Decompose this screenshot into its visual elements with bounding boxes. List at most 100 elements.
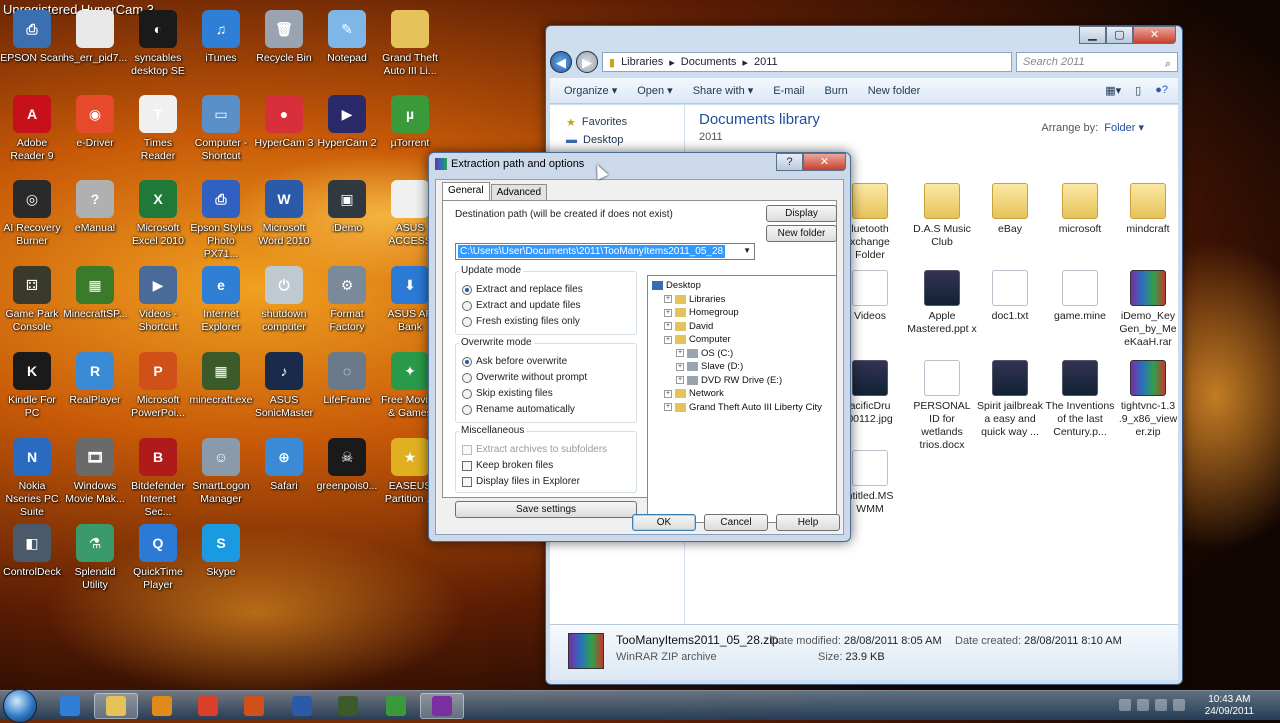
tree-item[interactable]: Desktop [652,279,836,293]
radio-ask-before[interactable]: Ask before overwrite [462,356,567,367]
breadcrumb-item[interactable]: 2011 [754,56,778,68]
radio-extract-replace[interactable]: Extract and replace files [462,284,583,295]
maximize-button[interactable]: ▢ [1106,26,1133,44]
minimize-button[interactable]: ▁ [1079,26,1106,44]
desktop-shortcut[interactable]: ⎙ Epson Stylus Photo PX71... [189,180,253,261]
clock[interactable]: 10:43 AM 24/09/2011 [1205,694,1254,718]
dialog-help-button[interactable]: ? [776,153,803,171]
radio-extract-update[interactable]: Extract and update files [462,300,581,311]
desktop-shortcut[interactable]: Grand Theft Auto III Li... [378,10,442,78]
arrange-by-dropdown[interactable]: Folder ▾ [1104,122,1144,134]
desktop-shortcut[interactable]: X Microsoft Excel 2010 [126,180,190,248]
cancel-button[interactable]: Cancel [704,514,768,531]
desktop-shortcut[interactable]: ✎ Notepad [315,10,379,65]
desktop-shortcut[interactable]: ● HyperCam 3 [252,95,316,150]
desktop-shortcut[interactable]: ♫ iTunes [189,10,253,65]
desktop-shortcut[interactable]: 🎞 Windows Movie Mak... [63,438,127,506]
preview-pane-icon[interactable]: ▯ [1135,84,1141,97]
radio[interactable] [462,372,472,383]
desktop-shortcut[interactable]: ⚃ Game Park Console [0,266,64,334]
nav-item-favorites[interactable]: ★ Favorites [566,113,684,131]
desktop-shortcut[interactable]: ◎ AI Recovery Burner [0,180,64,248]
expand-icon[interactable]: + [664,295,672,304]
tree-item[interactable]: + Network [652,387,836,401]
file-item[interactable]: game.mine [1045,270,1115,323]
expand-icon[interactable]: + [664,335,672,344]
close-button[interactable]: ✕ [1133,26,1176,44]
taskbar-app-word[interactable] [280,693,324,719]
taskbar-app-chrome[interactable] [186,693,230,719]
desktop-shortcut[interactable]: B Bitdefender Internet Sec... [126,438,190,519]
file-item[interactable]: D.A.S Music Club [907,183,977,249]
tree-item[interactable]: + DVD RW Drive (E:) [652,374,836,388]
radio-selected[interactable] [462,284,472,295]
expand-icon[interactable]: + [664,403,672,412]
taskbar-app-internet-explorer[interactable] [48,693,92,719]
desktop-shortcut[interactable]: ◉ e-Driver [63,95,127,150]
tab-general[interactable]: General [442,182,490,200]
tree-item[interactable]: + Grand Theft Auto III Liberty City [652,401,836,415]
desktop-shortcut[interactable]: ▦ MinecraftSP... [63,266,128,321]
tray-icon[interactable] [1119,699,1131,711]
file-item[interactable]: eBay [975,183,1045,236]
desktop-shortcut[interactable]: hs_err_pid7... [63,10,127,65]
tree-item[interactable]: + David [652,320,836,334]
radio-selected[interactable] [462,356,472,367]
desktop-shortcut[interactable]: ⏻ shutdown computer [252,266,316,334]
file-item[interactable]: tightvnc-1.3 .9_x86_view er.zip [1113,360,1183,439]
file-item[interactable]: mindcraft [1113,183,1183,236]
file-item[interactable]: doc1.txt [975,270,1045,323]
checkbox[interactable] [462,476,472,487]
expand-icon[interactable]: + [676,362,684,371]
share-with-button[interactable]: Share with ▾ [693,84,754,97]
open-button[interactable]: Open ▾ [637,84,673,97]
back-button[interactable]: ◀ [550,51,572,73]
tray-icon[interactable] [1173,699,1185,711]
radio-rename-auto[interactable]: Rename automatically [462,404,575,415]
desktop-shortcut[interactable]: ? eManual [63,180,127,235]
radio-skip-existing[interactable]: Skip existing files [462,388,553,399]
file-item[interactable]: microsoft [1045,183,1115,236]
radio[interactable] [462,316,472,327]
display-button[interactable]: Display [766,205,837,222]
radio[interactable] [462,300,472,311]
tree-item[interactable]: + Libraries [652,293,836,307]
desktop-shortcut[interactable]: ⚗ Splendid Utility [63,524,127,592]
desktop-shortcut[interactable]: ⊕ Safari [252,438,316,493]
taskbar-app-powerpoint[interactable] [232,693,276,719]
desktop-shortcut[interactable]: A Adobe Reader 9 [0,95,64,163]
tray-icon[interactable] [1155,699,1167,711]
tree-item[interactable]: + Slave (D:) [652,360,836,374]
search-input[interactable]: Search 2011 ⌕ [1016,52,1178,72]
address-bar[interactable]: ▮ Libraries ▸ Documents ▸ 2011 [602,52,1012,72]
desktop-shortcut[interactable]: ⚙ Format Factory [315,266,379,334]
taskbar-app-minecraft[interactable] [326,693,370,719]
file-item[interactable]: iDemo_Key Gen_by_Me eKaaH.rar [1113,270,1183,349]
desktop-shortcut[interactable]: T Times Reader [126,95,190,163]
dialog-close-button[interactable]: ✕ [803,153,846,171]
checkbox[interactable] [462,460,472,471]
desktop-shortcut[interactable]: R RealPlayer [63,352,127,407]
expand-icon[interactable]: + [676,376,684,385]
tree-item[interactable]: + OS (C:) [652,347,836,361]
file-item[interactable]: PERSONAL ID for wetlands trios.docx [907,360,977,452]
tree-item[interactable]: + Computer [652,333,836,347]
desktop-shortcut[interactable]: W Microsoft Word 2010 [252,180,316,248]
burn-button[interactable]: Burn [824,85,847,97]
desktop-shortcut[interactable]: ▭ Computer - Shortcut [189,95,253,163]
desktop-shortcut[interactable]: ⎙ EPSON Scan [0,10,64,65]
desktop-shortcut[interactable]: µ µTorrent [378,95,442,150]
radio-overwrite-without[interactable]: Overwrite without prompt [462,372,587,383]
desktop-shortcut[interactable]: e Internet Explorer [189,266,253,334]
taskbar-app-winrar[interactable] [420,693,464,719]
breadcrumb-item[interactable]: Documents [681,56,737,68]
tray-icon[interactable] [1137,699,1149,711]
radio-fresh-existing[interactable]: Fresh existing files only [462,316,580,327]
desktop-shortcut[interactable]: ◌ LifeFrame [315,352,379,407]
new-folder-button[interactable]: New folder [766,225,837,242]
ok-button[interactable]: OK [632,514,696,531]
desktop-shortcut[interactable]: K Kindle For PC [0,352,64,420]
desktop-shortcut[interactable]: N Nokia Nseries PC Suite [0,438,64,519]
help-button[interactable]: Help [776,514,840,531]
check-display-in-explorer[interactable]: Display files in Explorer [462,476,580,487]
